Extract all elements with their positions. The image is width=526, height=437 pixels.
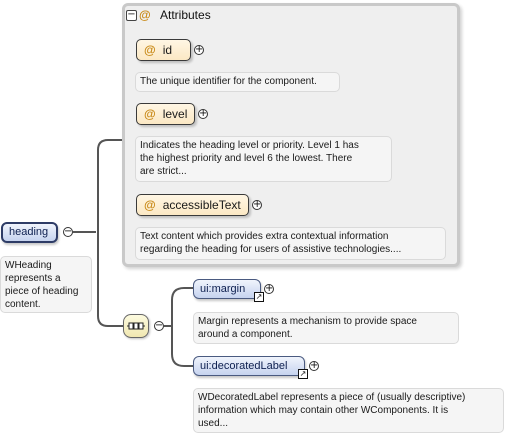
- element-ui-decoratedlabel-doc-line: information which may contain other WCom…: [198, 405, 449, 416]
- element-ui-decoratedlabel[interactable]: ui:decoratedLabel: [193, 356, 305, 376]
- attribute-level[interactable]: @ level: [136, 103, 195, 125]
- heading-doc-line: piece of heading: [5, 286, 79, 297]
- attribute-accessibletext-label: accessibleText: [162, 198, 241, 212]
- heading-doc-note: WHeading represents a piece of heading c…: [0, 256, 92, 313]
- attributes-collapse-icon[interactable]: −: [126, 10, 137, 21]
- attributes-group-title: Attributes: [160, 8, 211, 22]
- attribute-id-doc-line: The unique identifier for the component.: [140, 76, 317, 87]
- element-ui-decoratedlabel-label: ui:decoratedLabel: [200, 360, 288, 372]
- attribute-accessibletext-doc-line: regarding the heading for users of assis…: [140, 244, 402, 255]
- heading-doc-line: content.: [5, 299, 41, 310]
- element-ui-margin-doc-line: around a component.: [198, 329, 293, 340]
- attribute-accessibletext-expand-icon[interactable]: +: [252, 200, 262, 210]
- heading-collapse-icon[interactable]: −: [63, 227, 73, 237]
- link-arrow-icon[interactable]: ↗: [298, 369, 308, 379]
- attribute-id-label: id: [162, 43, 173, 57]
- element-ui-margin[interactable]: ui:margin: [193, 279, 261, 299]
- attribute-id-expand-icon[interactable]: +: [194, 45, 204, 55]
- attribute-level-doc-line: are strict...: [140, 166, 187, 177]
- element-ui-decoratedlabel-expand-icon[interactable]: +: [309, 361, 319, 371]
- sequence-collapse-icon[interactable]: −: [154, 321, 164, 331]
- element-ui-decoratedlabel-doc-line: used...: [198, 418, 229, 429]
- sequence-compositor-icon[interactable]: [123, 314, 149, 338]
- attribute-level-label: level: [162, 107, 188, 121]
- attribute-accessibletext-doc-line: Text content which provides extra contex…: [140, 231, 389, 242]
- attribute-id[interactable]: @ id: [136, 39, 191, 61]
- element-ui-decoratedlabel-doc-line: WDecoratedLabel represents a piece of (u…: [198, 392, 466, 403]
- attribute-at-icon: @: [144, 198, 156, 212]
- element-ui-margin-label: ui:margin: [200, 283, 246, 295]
- link-arrow-icon[interactable]: ↗: [254, 292, 264, 302]
- attribute-level-doc-line: Indicates the heading level or priority.…: [140, 140, 359, 151]
- attribute-level-doc-note: Indicates the heading level or priority.…: [135, 136, 392, 182]
- attribute-accessibletext-doc-note: Text content which provides extra contex…: [135, 227, 446, 260]
- heading-doc-line: represents a: [5, 273, 61, 284]
- attribute-id-doc-note: The unique identifier for the component.: [135, 72, 340, 92]
- heading-element[interactable]: heading: [1, 222, 58, 243]
- attribute-at-icon: @: [144, 43, 156, 57]
- element-ui-margin-doc-line: Margin represents a mechanism to provide…: [198, 316, 417, 327]
- attribute-accessibletext[interactable]: @ accessibleText: [136, 194, 249, 216]
- attribute-level-doc-line: the highest priority and level 6 the low…: [140, 153, 353, 164]
- element-ui-margin-expand-icon[interactable]: +: [264, 284, 274, 294]
- attribute-at-icon: @: [139, 8, 151, 22]
- element-ui-decoratedlabel-doc-note: WDecoratedLabel represents a piece of (u…: [193, 388, 504, 433]
- element-ui-margin-doc-note: Margin represents a mechanism to provide…: [193, 312, 459, 344]
- attribute-at-icon: @: [144, 107, 156, 121]
- heading-doc-line: WHeading: [5, 260, 52, 271]
- heading-element-label: heading: [9, 226, 49, 238]
- attribute-level-expand-icon[interactable]: +: [198, 109, 208, 119]
